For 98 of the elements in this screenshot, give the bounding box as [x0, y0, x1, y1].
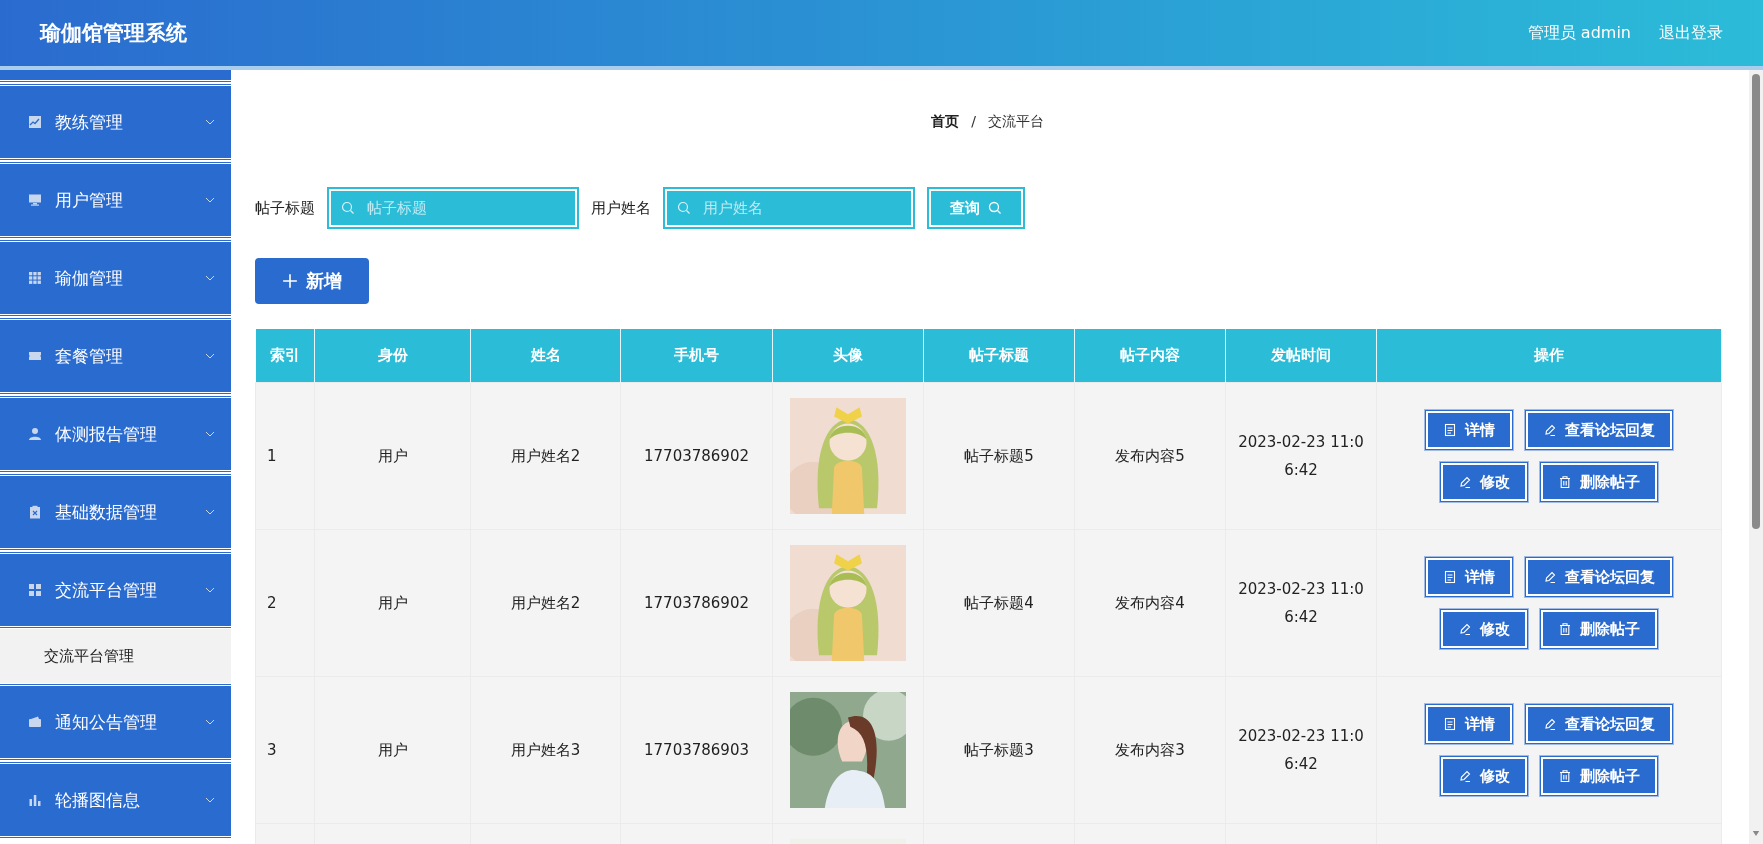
delete-button[interactable]: 删除帖子 [1541, 610, 1657, 648]
person-icon [28, 427, 42, 441]
monitor-icon [28, 193, 42, 207]
table-cell: 17703786902 [644, 594, 749, 612]
column-header: 身份 [314, 329, 471, 383]
table-cell: 用户 [377, 446, 408, 465]
table-cell: 2 [267, 594, 277, 612]
table-cell: 用户 [377, 593, 408, 612]
pencil-icon [1543, 423, 1557, 437]
chevron-down-icon [205, 719, 215, 725]
column-header: 操作 [1376, 329, 1722, 383]
chevron-down-icon [205, 119, 215, 125]
wallet-icon [28, 715, 42, 729]
scrollbar[interactable] [1749, 70, 1763, 844]
chevron-down-icon [205, 197, 215, 203]
document-icon [1443, 570, 1457, 584]
chevron-down-icon [205, 509, 215, 515]
menu-item[interactable]: 套餐管理 [0, 317, 231, 395]
menu-item[interactable]: 交流平台管理 [0, 551, 231, 629]
field-label: 用户姓名 [591, 198, 651, 218]
chevron-down-icon [205, 797, 215, 803]
view-replies-button[interactable]: 查看论坛回复 [1526, 411, 1672, 449]
delete-button[interactable]: 删除帖子 [1541, 463, 1657, 501]
trash-icon [1558, 622, 1572, 636]
table-cell-text: 2023-02-23 11:06:42 [1238, 726, 1364, 775]
table-cell: 帖子标题3 [964, 740, 1034, 759]
search-icon [988, 201, 1002, 215]
submenu-item[interactable]: 交流平台管理 [0, 629, 231, 683]
table-cell: 发布内容3 [1115, 740, 1185, 759]
menu-item[interactable]: 轮播图信息 [0, 761, 231, 839]
edit-button[interactable]: 修改 [1441, 463, 1527, 501]
view-replies-button[interactable]: 查看论坛回复 [1526, 705, 1672, 743]
table-cell: 用户姓名3 [510, 740, 581, 759]
menu-item[interactable]: 瑜伽管理 [0, 239, 231, 317]
menu-item[interactable]: 通知公告管理 [0, 683, 231, 761]
column-header: 姓名 [470, 329, 621, 383]
document-icon [1443, 423, 1457, 437]
table-cell: 用户姓名2 [510, 446, 581, 465]
menu-item[interactable]: 教练管理 [0, 83, 231, 161]
column-header: 帖子标题 [923, 329, 1075, 383]
table-cell: 发布内容5 [1115, 446, 1185, 465]
tiles-icon [28, 583, 42, 597]
edit-button[interactable]: 修改 [1441, 610, 1527, 648]
ticket-icon [28, 349, 42, 363]
table-cell: 17703786902 [644, 447, 749, 465]
table-cell: 发布内容4 [1115, 593, 1185, 612]
menu-item[interactable]: 基础数据管理 [0, 473, 231, 551]
pencil-icon [1543, 717, 1557, 731]
table-cell: 用户姓名2 [510, 593, 581, 612]
delete-button[interactable]: 删除帖子 [1541, 757, 1657, 795]
detail-button[interactable]: 详情 [1426, 558, 1512, 596]
table-cell: 用户 [377, 740, 408, 759]
pencil-icon [1458, 622, 1472, 636]
trash-icon [1558, 475, 1572, 489]
menu-item[interactable]: 体测报告管理 [0, 395, 231, 473]
table-cell-text: 2023-02-23 11:06:42 [1238, 579, 1364, 628]
user-label: 管理员 admin [1527, 22, 1631, 44]
chevron-down-icon [205, 353, 215, 359]
table-cell: 3 [267, 741, 277, 759]
table-cell-text: 2023-02-23 11:06:42 [1238, 432, 1364, 481]
chevron-down-icon [205, 431, 215, 437]
edit-button[interactable]: 修改 [1441, 757, 1527, 795]
breadcrumb-item: 交流平台 [987, 113, 1044, 131]
chevron-down-icon [205, 587, 215, 593]
column-header: 索引 [255, 329, 315, 383]
search-field[interactable]: 用户姓名 [665, 189, 913, 227]
menu-item[interactable]: 用户管理 [0, 161, 231, 239]
grid-icon [28, 271, 42, 285]
detail-button[interactable]: 详情 [1426, 705, 1512, 743]
pencil-icon [1458, 769, 1472, 783]
pencil-icon [1458, 475, 1472, 489]
app-title: 瑜伽馆管理系统 [40, 20, 187, 47]
table-cell: 帖子标题4 [964, 593, 1034, 612]
detail-button[interactable]: 详情 [1426, 411, 1512, 449]
scroll-down-icon[interactable] [1752, 831, 1760, 836]
column-header: 帖子内容 [1074, 329, 1226, 383]
search-icon [341, 201, 355, 215]
clipboard-icon [28, 505, 42, 519]
trash-icon [1558, 769, 1572, 783]
plus-icon [282, 273, 298, 289]
pencil-icon [1543, 570, 1557, 584]
chart-icon [28, 115, 42, 129]
table-cell: 帖子标题5 [964, 446, 1034, 465]
column-header: 手机号 [620, 329, 773, 383]
search-field[interactable]: 帖子标题 [329, 189, 577, 227]
field-label: 帖子标题 [255, 198, 315, 218]
table-cell: 17703786903 [644, 741, 749, 759]
breadcrumb-item[interactable]: 首页 [931, 113, 960, 131]
column-header: 发帖时间 [1225, 329, 1377, 383]
table-cell: 1 [267, 447, 277, 465]
chevron-down-icon [205, 275, 215, 281]
view-replies-button[interactable]: 查看论坛回复 [1526, 558, 1672, 596]
add-button[interactable]: 新增 [255, 258, 369, 304]
column-header: 头像 [772, 329, 924, 383]
search-icon [677, 201, 691, 215]
document-icon [1443, 717, 1457, 731]
breadcrumb-separator: / [971, 113, 976, 131]
bar-chart-icon [28, 793, 42, 807]
